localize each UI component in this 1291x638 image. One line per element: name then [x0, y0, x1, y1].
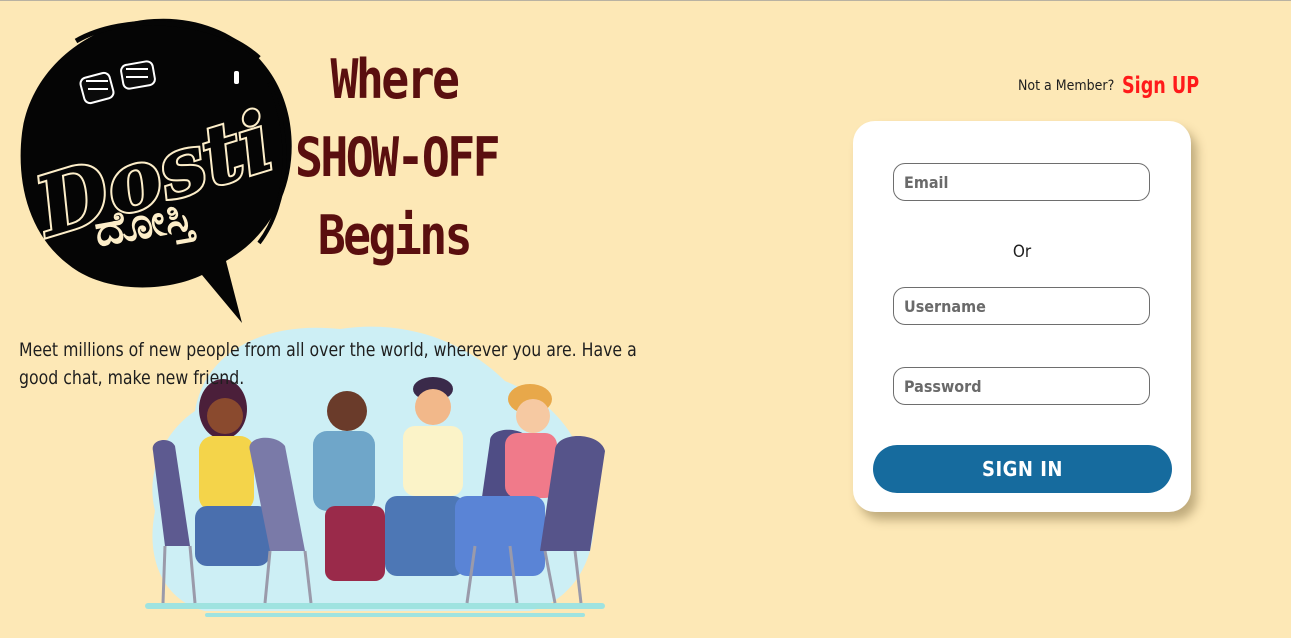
tagline-line-3: Begins [317, 204, 473, 267]
or-divider: Or [1012, 242, 1032, 262]
sign-in-button[interactable]: SIGN IN [873, 445, 1172, 493]
tagline-line-1: Where [330, 48, 459, 111]
signup-prompt: Not a Member? Sign UP [1018, 73, 1213, 99]
signup-link[interactable]: Sign UP [1122, 73, 1199, 99]
login-card: Or SIGN IN [853, 121, 1191, 512]
intro-text: Meet millions of new people from all ove… [19, 339, 637, 389]
tagline: Where SHOW-OFF Begins [295, 41, 501, 275]
signup-prompt-label: Not a Member? [1018, 78, 1115, 94]
brand-logo: Dosti ದೋಸ್ತಿ [14, 13, 294, 328]
email-field[interactable] [893, 163, 1150, 201]
password-field[interactable] [893, 367, 1150, 405]
username-field[interactable] [893, 287, 1150, 325]
tagline-line-2: SHOW-OFF [295, 126, 501, 189]
